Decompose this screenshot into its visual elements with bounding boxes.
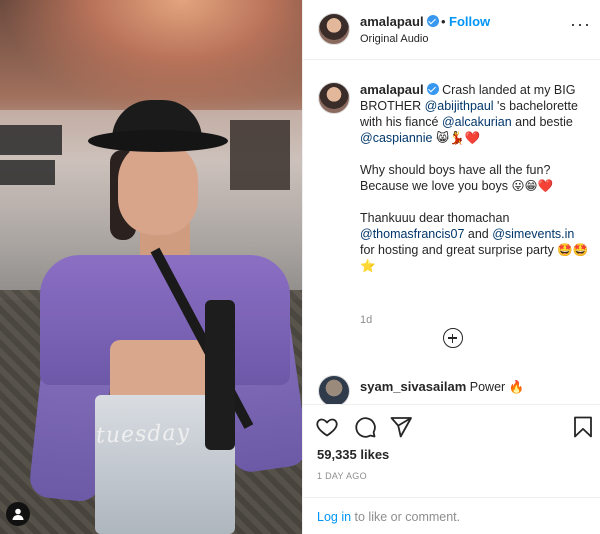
media-window: [0, 125, 62, 155]
author-username-text[interactable]: amalapaul: [360, 14, 424, 29]
caption-avatar[interactable]: [318, 82, 350, 114]
like-count[interactable]: 59,335 likes: [317, 447, 389, 462]
caption-segment: and bestie: [511, 115, 573, 129]
more-options-icon[interactable]: ···: [570, 15, 591, 33]
post-header: amalapaul • Follow Original Audio ···: [303, 0, 600, 60]
post-date[interactable]: 1 DAY AGO: [317, 471, 367, 481]
caption-paragraph-3: Thankuuu dear thomachan @thomasfrancis07…: [360, 210, 592, 274]
author-avatar[interactable]: [318, 13, 350, 45]
comments-section: amalapaul Crash landed at my BIG BROTHER…: [303, 60, 600, 404]
media-window: [0, 160, 55, 185]
caption-segment: for hosting and great surprise party 🤩🤩⭐: [360, 243, 589, 273]
mention-link[interactable]: @abijithpaul: [425, 99, 494, 113]
login-message-rest: to like or comment.: [351, 510, 461, 524]
heart-icon-glyph: [316, 418, 338, 437]
caption-timestamp[interactable]: 1d: [360, 314, 372, 326]
original-audio-link[interactable]: Original Audio: [360, 33, 429, 45]
verified-badge-icon: [426, 83, 439, 95]
login-link[interactable]: Log in: [317, 510, 351, 524]
caption-username[interactable]: amalapaul: [360, 82, 424, 97]
login-prompt: Log in to like or comment.: [303, 497, 600, 534]
login-message: Log in to like or comment.: [317, 510, 460, 524]
comment-text: Power 🔥: [469, 380, 525, 394]
user-silhouette-icon-glyph: [12, 508, 24, 520]
media-window: [230, 120, 290, 190]
caption-text: amalapaul Crash landed at my BIG BROTHER…: [360, 82, 592, 290]
paper-plane-icon[interactable]: [389, 415, 413, 439]
plus-circle-icon[interactable]: [443, 328, 463, 348]
media-person-hat-brim: [88, 130, 228, 152]
comment-bubble-icon-glyph: [355, 417, 376, 438]
caption-paragraph-2: Why should boys have all the fun? Becaus…: [360, 162, 592, 194]
comment-avatar[interactable]: [318, 375, 350, 404]
caption-segment: and: [464, 227, 493, 241]
author-username[interactable]: amalapaul: [360, 14, 439, 29]
follow-button[interactable]: Follow: [449, 14, 490, 29]
bookmark-icon-glyph: [574, 416, 592, 438]
mention-link[interactable]: @alcakurian: [442, 115, 512, 129]
comment-line: syam_sivasailam Power 🔥: [360, 379, 590, 395]
post-media[interactable]: tuesday: [0, 0, 302, 534]
mention-link[interactable]: @simevents.in: [492, 227, 574, 241]
bookmark-icon[interactable]: [571, 415, 595, 439]
caption-segment: Why should boys have all the fun? Becaus…: [360, 163, 554, 193]
user-silhouette-icon[interactable]: [6, 502, 30, 526]
media-person-bag: [205, 300, 235, 450]
caption-paragraph-1: amalapaul Crash landed at my BIG BROTHER…: [360, 82, 592, 146]
comment-bubble-icon[interactable]: [353, 415, 377, 439]
caption-segment: Thankuuu dear thomachan: [360, 211, 510, 225]
media-overlay-text: tuesday: [95, 420, 191, 449]
mention-link[interactable]: @caspiannie: [360, 131, 432, 145]
post-actions: 59,335 likes 1 DAY AGO Log in to like or…: [303, 404, 600, 534]
paper-plane-icon-glyph: [390, 417, 412, 438]
post-sidebar: amalapaul • Follow Original Audio ··· am…: [302, 0, 600, 534]
media-person-face: [118, 140, 198, 235]
verified-badge-icon: [426, 15, 439, 27]
mention-link[interactable]: @thomasfrancis07: [360, 227, 464, 241]
heart-icon[interactable]: [315, 415, 339, 439]
caption-segment: 😸💃❤️: [432, 131, 481, 145]
comment-username[interactable]: syam_sivasailam: [360, 379, 466, 394]
header-separator: •: [441, 14, 446, 29]
